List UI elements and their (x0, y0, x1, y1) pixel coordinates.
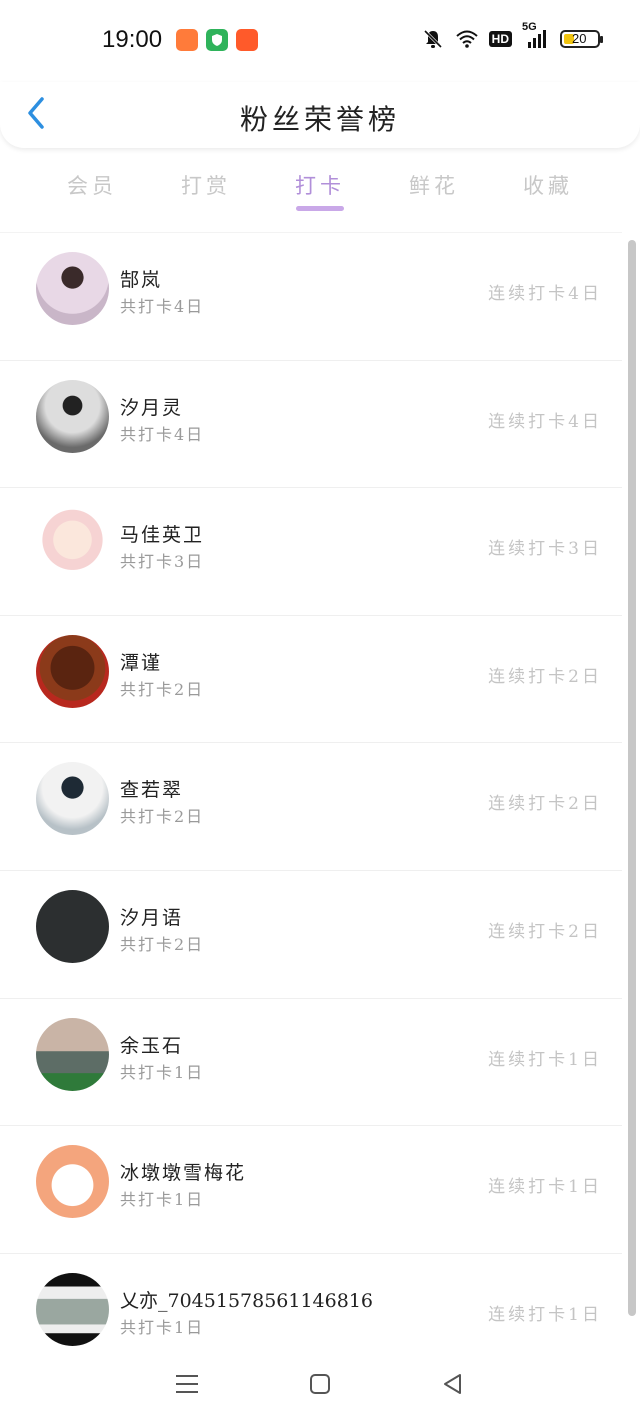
user-name: 郜岚 (120, 269, 163, 291)
status-bar: 19:00 HD 5G 20 (0, 0, 640, 82)
list-item[interactable]: 查若翠 共打卡2日 连续打卡2日 (0, 742, 622, 870)
signal-icon: 5G (522, 21, 550, 51)
streak-checkin: 连续打卡3日 (488, 539, 602, 560)
total-checkin: 共打卡4日 (120, 297, 205, 316)
menu-button[interactable] (167, 1364, 207, 1404)
streak-checkin: 连续打卡1日 (488, 1049, 602, 1070)
user-name: 查若翠 (120, 779, 184, 802)
total-checkin: 共打卡2日 (120, 934, 205, 954)
avatar (36, 1017, 109, 1091)
list-item[interactable]: 冰墩墩雪梅花 共打卡1日 连续打卡1日 (0, 1125, 622, 1253)
total-checkin: 共打卡4日 (120, 424, 205, 444)
header: 粉丝荣誉榜 (0, 82, 640, 148)
streak-checkin: 连续打卡4日 (488, 284, 602, 304)
battery-level: 20 (572, 31, 587, 46)
square-icon (309, 1374, 330, 1394)
user-name: 汐月语 (120, 906, 184, 929)
streak-checkin: 连续打卡4日 (488, 411, 602, 432)
menu-icon (175, 1375, 198, 1393)
triangle-back-icon (444, 1374, 462, 1394)
streak-checkin: 连续打卡1日 (488, 1304, 602, 1325)
total-checkin: 共打卡2日 (120, 807, 205, 827)
mute-bell-icon (421, 27, 445, 51)
list-item[interactable]: 汐月灵 共打卡4日 连续打卡4日 (0, 359, 622, 488)
hd-badge: HD (488, 31, 512, 47)
page-title: 粉丝荣誉榜 (239, 103, 400, 136)
total-checkin: 共打卡1日 (120, 1190, 205, 1210)
back-nav-button[interactable] (433, 1364, 473, 1404)
total-checkin: 共打卡1日 (120, 1062, 205, 1082)
user-name: 马佳英卫 (120, 524, 205, 547)
tab-bar: 会员 打赏 打卡 鲜花 收藏 (35, 160, 605, 214)
avatar (36, 762, 109, 836)
status-icons: HD 5G 20 (421, 21, 603, 51)
list-item[interactable]: 郜岚 共打卡4日 连续打卡4日 (0, 232, 622, 360)
streak-checkin: 连续打卡2日 (488, 666, 602, 687)
avatar (36, 1145, 109, 1219)
wifi-icon (455, 27, 479, 51)
list-item[interactable]: 汐月语 共打卡2日 连续打卡2日 (0, 869, 622, 998)
streak-checkin: 连续打卡2日 (488, 921, 602, 942)
tab-flower[interactable]: 鲜花 (377, 160, 491, 214)
avatar (36, 252, 109, 325)
user-name: 潭谨 (120, 651, 163, 674)
total-checkin: 共打卡2日 (120, 679, 205, 699)
app-notification-icon (176, 29, 198, 51)
list-item[interactable]: 马佳英卫 共打卡3日 连续打卡3日 (0, 487, 622, 615)
network-label: 5G (522, 21, 537, 33)
shield-app-icon (206, 29, 228, 51)
user-name: 乂亦_70451578561146816 (120, 1289, 374, 1312)
tab-favorite[interactable]: 收藏 (491, 160, 605, 214)
list-item[interactable]: 潭谨 共打卡2日 连续打卡2日 (0, 614, 622, 743)
avatar (36, 507, 109, 581)
user-name: 汐月灵 (120, 396, 184, 419)
system-nav-bar (0, 1346, 640, 1422)
battery-icon: 20 (560, 30, 603, 48)
home-button[interactable] (300, 1364, 340, 1404)
tab-checkin[interactable]: 打卡 (263, 160, 377, 214)
avatar (36, 1272, 109, 1346)
user-name: 冰墩墩雪梅花 (120, 1162, 247, 1185)
list-item[interactable]: 余玉石 共打卡1日 连续打卡1日 (0, 997, 622, 1126)
streak-checkin: 连续打卡2日 (488, 794, 602, 815)
user-name: 余玉石 (120, 1034, 184, 1057)
avatar (36, 889, 109, 963)
total-checkin: 共打卡3日 (120, 552, 205, 572)
total-checkin: 共打卡1日 (120, 1317, 205, 1337)
scrollbar[interactable] (628, 240, 636, 1316)
avatar (36, 379, 109, 453)
streak-checkin: 连续打卡1日 (488, 1177, 602, 1198)
tab-reward[interactable]: 打赏 (149, 160, 263, 214)
video-app-icon (236, 29, 258, 51)
notification-icons (176, 29, 258, 51)
fan-list: 郜岚 共打卡4日 连续打卡4日 汐月灵 共打卡4日 连续打卡4日 马佳英卫 共打… (0, 232, 622, 1380)
status-time: 19:00 (102, 26, 163, 53)
avatar (36, 634, 109, 708)
tab-member[interactable]: 会员 (35, 160, 149, 214)
